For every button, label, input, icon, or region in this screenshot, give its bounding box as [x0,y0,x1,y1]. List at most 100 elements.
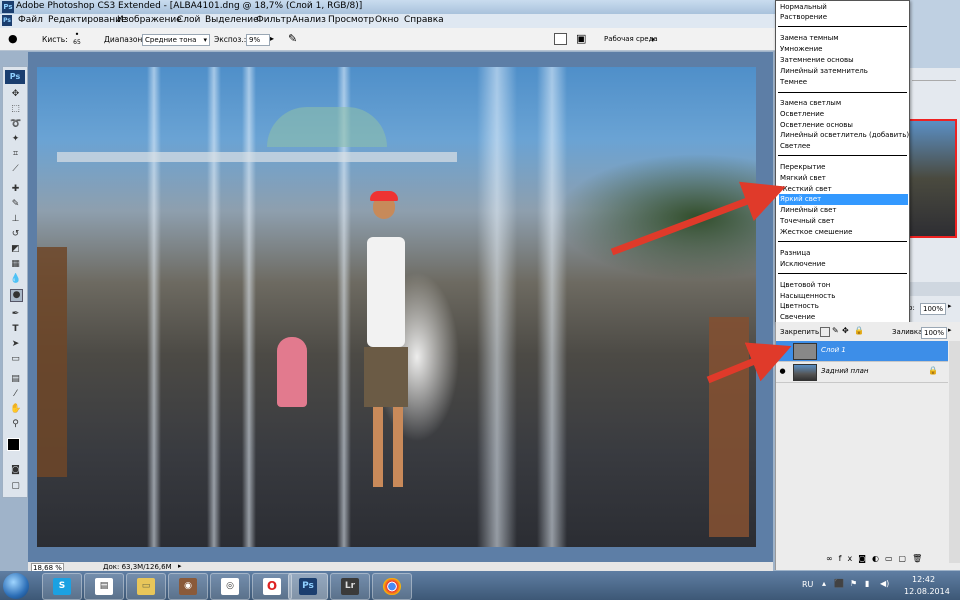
taskbar-explorer[interactable]: ▭ [126,573,166,600]
layer-row-selected[interactable]: ● Слой 1 [776,341,948,362]
blend-mode-dropdown[interactable]: Нормальный Растворение Замена темным Умн… [775,0,910,324]
blend-option[interactable]: Умножение [779,44,908,55]
clock-date[interactable]: 12.08.2014 [904,587,950,596]
tray-icon[interactable]: ⬛ [834,579,844,588]
blend-option[interactable]: Цветность [779,301,908,312]
opacity-arrow-icon[interactable]: ▸ [948,302,952,310]
eyedropper-tool-icon[interactable]: ⁄ [10,389,21,400]
flag-icon[interactable]: ⚑ [850,579,857,588]
blend-option-selected[interactable]: Яркий свет [779,194,908,205]
blend-option[interactable]: Светлее [779,141,908,152]
hand-tool-icon[interactable]: ✋ [10,404,21,415]
lock-pixels-icon[interactable]: ✎ [832,326,839,335]
blend-option[interactable]: Линейный затемнитель [779,66,908,77]
gradient-tool-icon[interactable]: ▦ [10,259,21,270]
menu-view[interactable]: Просмотр [328,15,374,25]
canvas-photo[interactable] [37,67,756,547]
path-selection-tool-icon[interactable]: ➤ [10,339,21,350]
menu-window[interactable]: Окно [375,15,399,25]
ps-menu-icon[interactable]: Ps [2,15,12,26]
burn-tool-preset-icon[interactable]: ● [8,32,22,46]
blend-option[interactable]: Затемнение основы [779,55,908,66]
magic-wand-tool-icon[interactable]: ✦ [10,134,21,145]
brush-tool-icon[interactable]: ✎ [10,199,21,210]
eraser-tool-icon[interactable]: ◩ [10,244,21,255]
clock-time[interactable]: 12:42 [912,575,935,584]
menu-layer[interactable]: Слой [177,15,200,25]
clone-stamp-tool-icon[interactable]: ⊥ [10,214,21,225]
lasso-tool-icon[interactable]: ➰ [10,119,21,130]
visibility-eye-icon[interactable]: ● [778,368,787,375]
blend-option[interactable]: Точечный свет [779,216,908,227]
blend-option[interactable]: Цветовой тон [779,280,908,291]
layers-footer-icons[interactable]: ∞fx◙◐▭▢🗑 [826,554,946,566]
exposure-arrow-icon[interactable]: ▸ [270,34,274,43]
taskbar-skype[interactable]: S [42,573,82,600]
taskbar-chrome[interactable] [372,573,412,600]
airbrush-icon[interactable]: ✎ [288,32,297,45]
fill-arrow-icon[interactable]: ▸ [948,326,952,334]
blend-option[interactable]: Разница [779,248,908,259]
blend-option[interactable]: Линейный осветлитель (добавить) [779,130,909,141]
blend-option[interactable]: Темнее [779,77,908,88]
blend-option[interactable]: Перекрытие [779,162,908,173]
blend-option[interactable]: Жесткое смешение [779,227,908,238]
move-tool-icon[interactable]: ✥ [10,89,21,100]
history-brush-tool-icon[interactable]: ↺ [10,229,21,240]
workspace-button[interactable]: Рабочая среда [604,35,658,43]
shape-tool-icon[interactable]: ▭ [10,354,21,365]
menu-edit[interactable]: Редактирование [48,15,127,25]
layers-scrollbar[interactable] [949,341,960,563]
taskbar-opera[interactable]: O [252,573,292,600]
taskbar-photoshop[interactable]: Ps [288,573,328,600]
network-icon[interactable]: ▮ [865,579,869,588]
start-button[interactable] [3,573,29,599]
menu-filter[interactable]: Фильтр [256,15,292,25]
brush-picker[interactable]: • 65 [70,31,84,47]
crop-tool-icon[interactable]: ⌗ [10,149,21,160]
blur-tool-icon[interactable]: 💧 [10,274,21,285]
foreground-color-swatch[interactable] [7,438,20,451]
blend-option[interactable]: Замена светлым [779,98,908,109]
show-hidden-icons[interactable]: ▴ [822,579,826,588]
menu-analysis[interactable]: Анализ [292,15,326,25]
status-arrow-icon[interactable]: ▸ [178,562,182,570]
blend-option[interactable]: Осветление [779,109,908,120]
taskbar-lightroom[interactable]: Lr [330,573,370,600]
screen-mode-icon[interactable]: ▢ [10,481,21,492]
visibility-eye-icon[interactable]: ● [778,347,787,354]
tool-presets-icon[interactable]: ▣ [576,32,586,45]
notes-tool-icon[interactable]: ▤ [10,374,21,385]
blend-option[interactable]: Исключение [779,259,908,270]
menu-file[interactable]: Файл [18,15,43,25]
opacity-input[interactable]: 100% [920,303,946,315]
volume-icon[interactable]: ◀) [880,579,889,588]
burn-tool-icon[interactable]: ● [10,289,23,302]
blend-option[interactable]: Мягкий свет [779,173,908,184]
taskbar-app[interactable]: ◉ [168,573,208,600]
language-indicator[interactable]: RU [802,580,813,589]
zoom-tool-icon[interactable]: ⚲ [10,419,21,430]
marquee-tool-icon[interactable]: ⬚ [10,104,21,115]
menu-help[interactable]: Справка [404,15,444,25]
menu-image[interactable]: Изображение [117,15,182,25]
blend-option[interactable]: Растворение [779,12,908,23]
exposure-input[interactable]: 9% [246,34,270,46]
blend-option[interactable]: Линейный свет [779,205,908,216]
navigator-thumbnail[interactable] [908,119,957,238]
taskbar-document[interactable]: ▤ [84,573,124,600]
type-tool-icon[interactable]: T [10,324,21,335]
range-select[interactable]: Средние тона ▾ [142,34,210,46]
palette-well-icon[interactable] [554,33,567,45]
lock-position-icon[interactable]: ✥ [842,326,849,335]
menu-select[interactable]: Выделение [205,15,259,25]
pen-tool-icon[interactable]: ✒ [10,309,21,320]
lock-transparent-icon[interactable] [820,327,830,337]
lock-all-icon[interactable]: 🔒 [854,326,864,335]
healing-brush-tool-icon[interactable]: ✚ [10,184,21,195]
quick-mask-icon[interactable]: ◙ [10,465,21,476]
blend-option[interactable]: Замена темным [779,33,908,44]
chevron-down-icon[interactable]: ▾ [651,35,655,44]
layer-row[interactable]: ● Задний план 🔒 [776,362,948,383]
slice-tool-icon[interactable]: ⟋ [10,164,21,175]
